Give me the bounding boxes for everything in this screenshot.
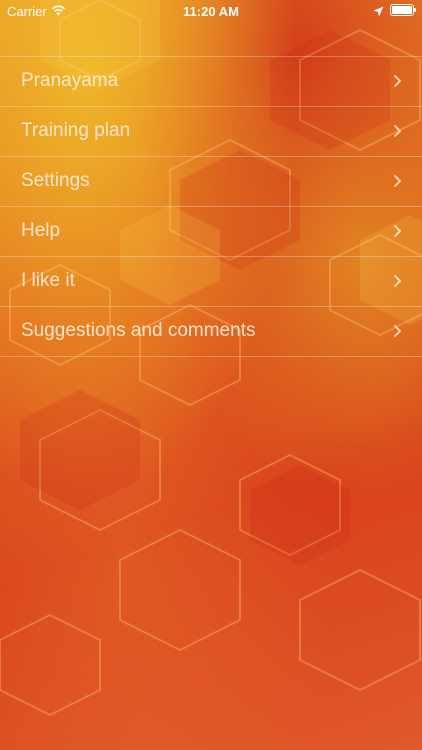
- menu-item-label: Settings: [21, 170, 90, 191]
- battery-fill: [392, 6, 412, 14]
- menu-item-label: Help: [21, 220, 61, 241]
- chevron-right-icon: [393, 224, 402, 238]
- status-bar: Carrier 11:20 AM: [0, 0, 422, 24]
- menu-item-suggestions[interactable]: Suggestions and comments: [0, 307, 422, 357]
- battery-icon: [390, 4, 414, 16]
- menu-item-i-like-it[interactable]: I like it: [0, 257, 422, 307]
- main-menu: Pranayama Training plan Settings Help I …: [0, 56, 422, 357]
- status-time: 11:20 AM: [183, 4, 239, 19]
- menu-item-settings[interactable]: Settings: [0, 157, 422, 207]
- menu-item-help[interactable]: Help: [0, 207, 422, 257]
- menu-item-pranayama[interactable]: Pranayama: [0, 57, 422, 107]
- menu-item-label: Suggestions and comments: [21, 320, 256, 341]
- menu-item-label: Pranayama: [21, 70, 119, 91]
- chevron-right-icon: [393, 74, 402, 88]
- chevron-right-icon: [393, 124, 402, 138]
- chevron-right-icon: [393, 324, 402, 338]
- menu-item-training-plan[interactable]: Training plan: [0, 107, 422, 157]
- location-arrow-icon: [373, 5, 384, 20]
- chevron-right-icon: [393, 274, 402, 288]
- menu-item-label: I like it: [21, 270, 75, 291]
- battery-tip: [414, 8, 416, 12]
- chevron-right-icon: [393, 174, 402, 188]
- menu-item-label: Training plan: [21, 120, 131, 141]
